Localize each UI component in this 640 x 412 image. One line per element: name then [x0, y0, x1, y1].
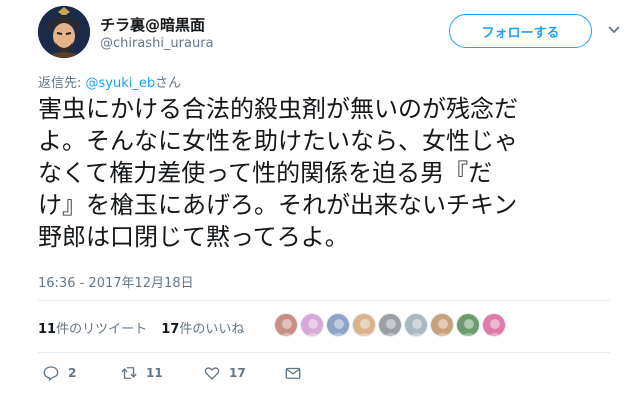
- liker-avatar-icon[interactable]: [482, 313, 506, 337]
- like-stat-link[interactable]: 17件のいいね: [161, 322, 244, 337]
- display-name[interactable]: チラ裏@暗黒面: [100, 14, 205, 35]
- follow-button[interactable]: フォローする: [449, 14, 592, 48]
- tweet-text: 害虫にかける合法的殺虫剤が無いのが残念だ よ。そんなに女性を助けたいなら、女性じ…: [38, 95, 518, 251]
- mail-icon: [285, 367, 301, 379]
- chevron-down-icon: [608, 26, 620, 34]
- liker-avatar-icon[interactable]: [404, 313, 428, 337]
- reply-mention-link[interactable]: @syuki_eb: [86, 76, 156, 91]
- liker-avatar-icon[interactable]: [378, 313, 402, 337]
- retweet-icon: [121, 367, 137, 379]
- reply-prefix: 返信先:: [38, 76, 86, 91]
- tweet-stats: 11件のリツイート 17件のいいね: [38, 318, 254, 337]
- tweet-actions: 2 11 17: [42, 364, 342, 386]
- liker-avatar-icon[interactable]: [274, 313, 298, 337]
- like-action-count: 17: [229, 366, 246, 380]
- retweet-stat-link[interactable]: 11件のリツイート: [38, 322, 147, 337]
- user-avatar[interactable]: [38, 6, 90, 58]
- reply-icon: [43, 366, 59, 382]
- user-handle[interactable]: @chirashi_uraura: [100, 36, 214, 51]
- tweet-timestamp[interactable]: 16:36 - 2017年12月18日: [38, 272, 194, 291]
- like-button[interactable]: 17: [203, 364, 246, 382]
- heart-icon: [204, 367, 220, 380]
- like-count: 17: [161, 322, 180, 337]
- liker-avatar-icon[interactable]: [326, 313, 350, 337]
- retweet-count: 11: [38, 322, 57, 337]
- reply-suffix: さん: [155, 76, 182, 91]
- like-label: 件のいいね: [179, 322, 245, 337]
- more-menu-button[interactable]: [605, 20, 623, 38]
- tweet-header: チラ裏@暗黒面 @chirashi_uraura フォローする: [38, 6, 628, 60]
- reply-count: 2: [68, 366, 77, 380]
- direct-message-button[interactable]: [284, 364, 310, 382]
- divider: [38, 300, 610, 301]
- liker-avatar-icon[interactable]: [430, 313, 454, 337]
- reply-button[interactable]: 2: [42, 364, 76, 382]
- retweet-label: 件のリツイート: [56, 322, 148, 337]
- liker-avatar-icon[interactable]: [352, 313, 376, 337]
- liker-avatar-icon[interactable]: [456, 313, 480, 337]
- reply-context: 返信先: @syuki_ebさん: [38, 72, 181, 91]
- retweet-action-count: 11: [146, 366, 163, 380]
- liker-avatar-icon[interactable]: [300, 313, 324, 337]
- samurai-avatar-icon: [38, 6, 90, 58]
- retweet-button[interactable]: 11: [120, 364, 163, 382]
- divider: [38, 352, 610, 353]
